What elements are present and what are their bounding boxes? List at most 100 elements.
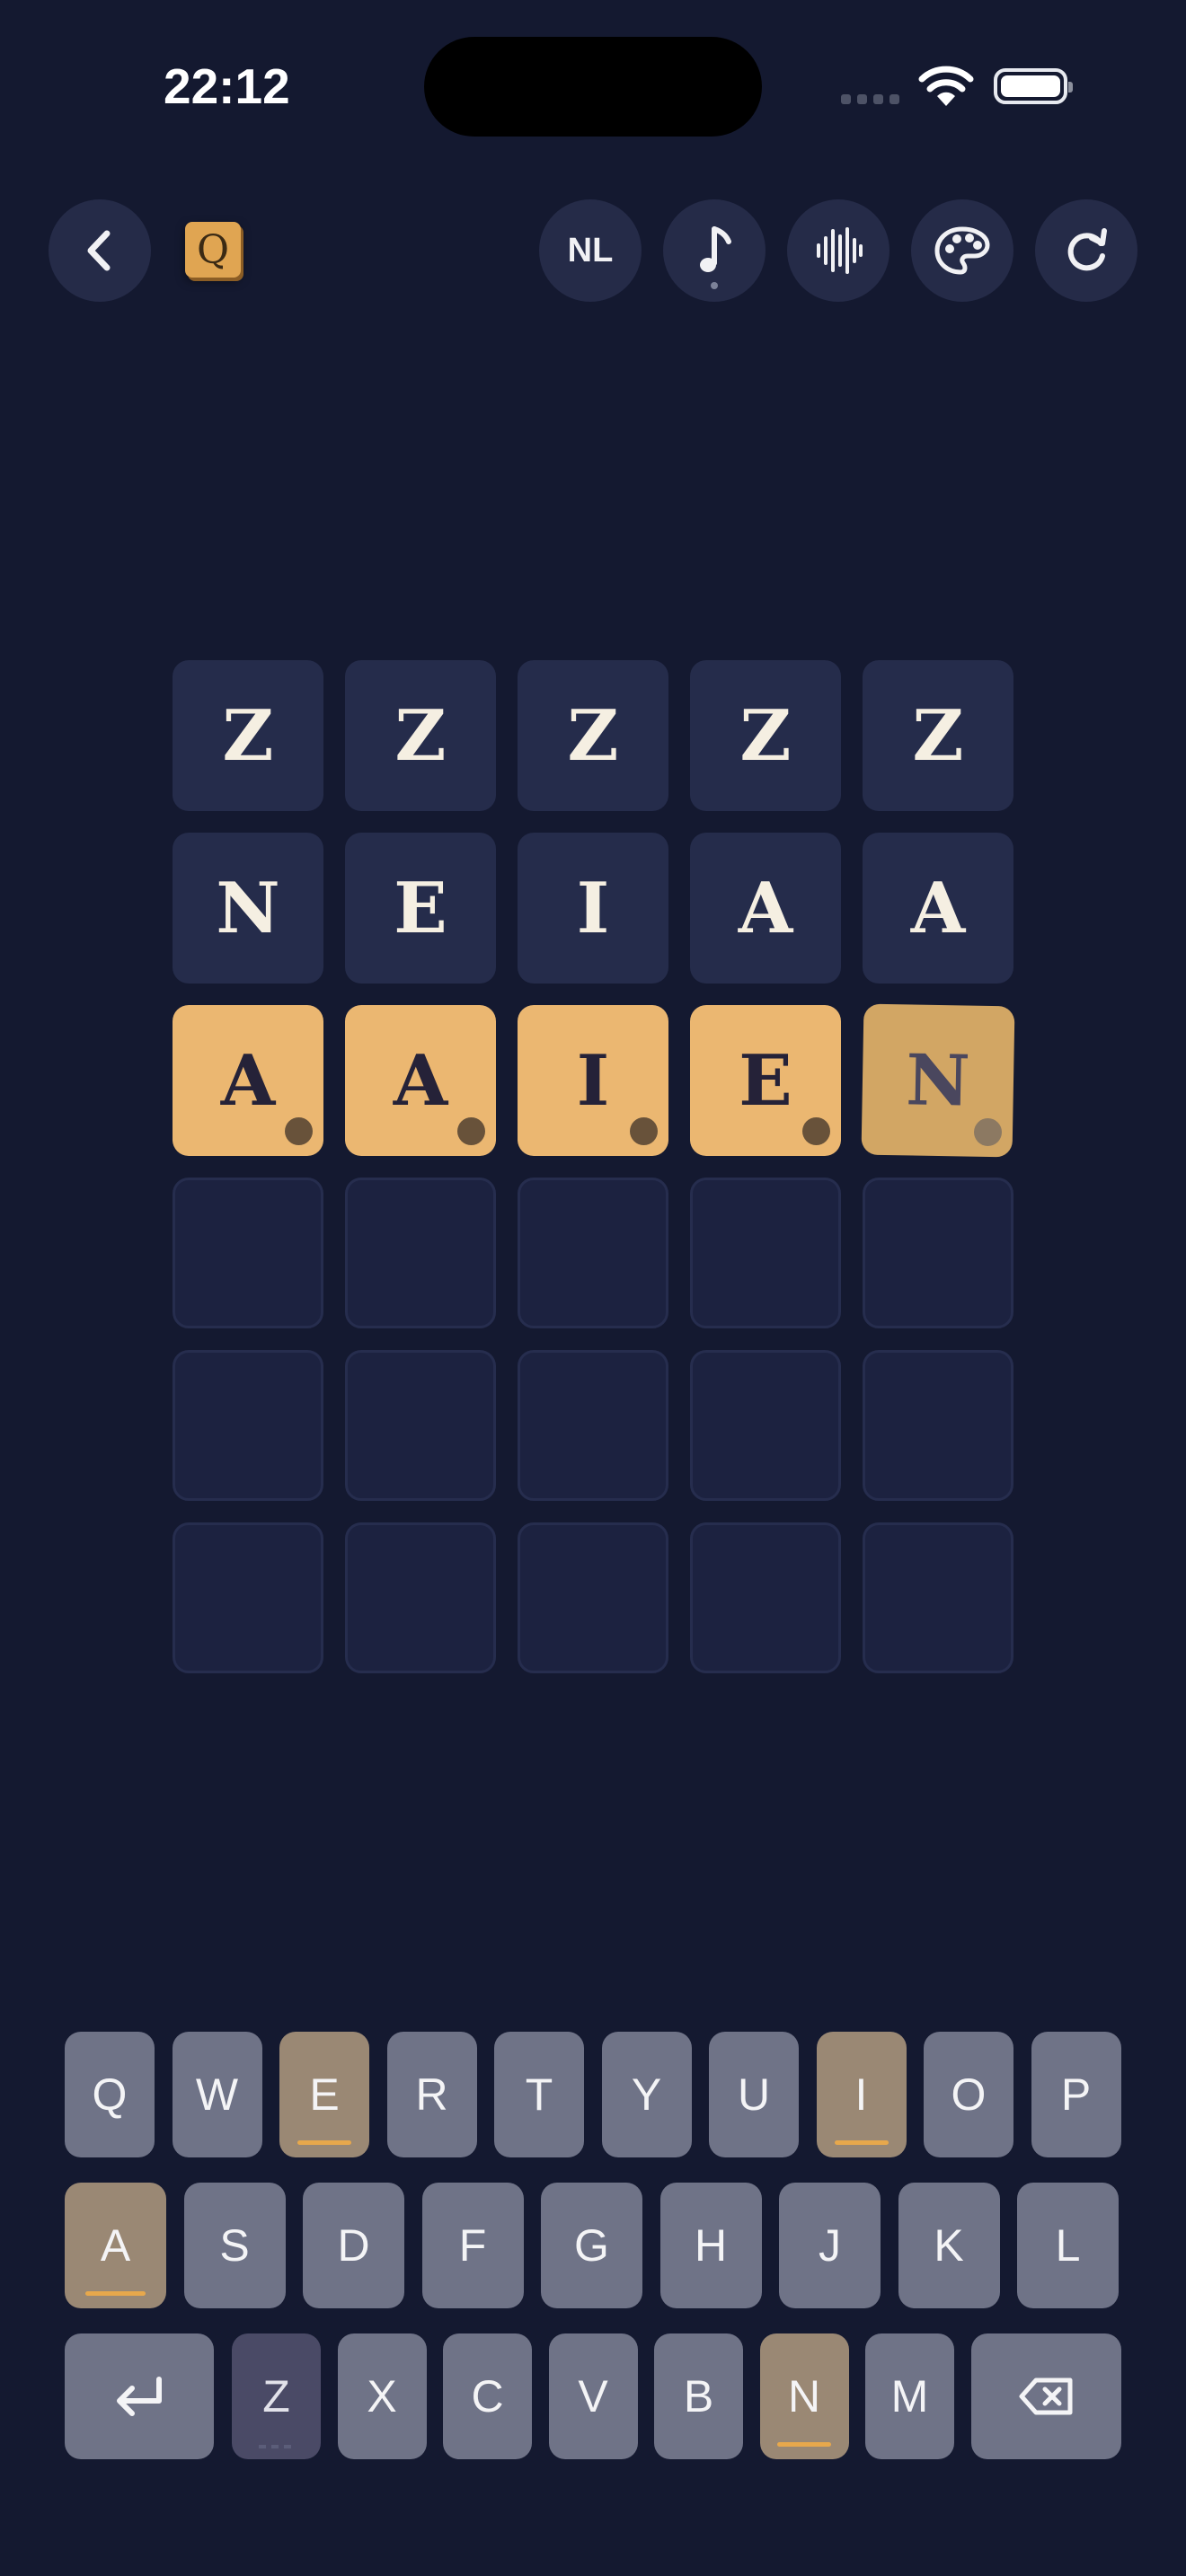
key-i[interactable]: I [816, 2032, 907, 2157]
board-tile [173, 1350, 323, 1501]
board-tile: Z [173, 660, 323, 811]
board-tile [173, 1178, 323, 1328]
enter-key[interactable] [65, 2333, 214, 2459]
tile-letter: N [905, 1038, 971, 1123]
key-o[interactable]: O [924, 2032, 1013, 2157]
key-label: B [683, 2371, 714, 2422]
tile-letter: I [576, 867, 610, 949]
key-a[interactable]: A [65, 2183, 166, 2308]
tile-letter: I [576, 1039, 610, 1122]
key-label: E [309, 2069, 340, 2120]
tile-marker-dot [802, 1117, 830, 1145]
key-n[interactable]: N [759, 2333, 849, 2459]
board-tile [863, 1522, 1013, 1673]
battery-icon [994, 68, 1073, 104]
key-j[interactable]: J [779, 2183, 881, 2308]
key-e[interactable]: E [279, 2032, 369, 2157]
game-board: Z Z Z Z Z N E I A A A A I E N [173, 660, 1015, 1673]
board-tile [518, 1522, 668, 1673]
board-tile [690, 1522, 841, 1673]
tile-letter: Z [912, 694, 964, 777]
tile-letter: A [738, 867, 793, 949]
back-arrow-icon [87, 230, 111, 271]
board-tile: Z [863, 660, 1013, 811]
key-q[interactable]: Q [65, 2032, 155, 2157]
tile-letter: A [393, 1039, 448, 1122]
board-tile [173, 1522, 323, 1673]
board-tile: E [345, 833, 496, 984]
refresh-icon [1067, 228, 1107, 271]
key-r[interactable]: R [386, 2032, 477, 2157]
key-p[interactable]: P [1031, 2032, 1121, 2157]
tile-marker-dot [285, 1117, 313, 1145]
key-l[interactable]: L [1017, 2183, 1119, 2308]
key-s[interactable]: S [183, 2183, 286, 2308]
key-label: L [1055, 2220, 1081, 2271]
key-present-indicator [777, 2442, 831, 2447]
dynamic-island [424, 37, 762, 137]
key-d[interactable]: D [303, 2183, 404, 2308]
key-m[interactable]: M [865, 2333, 954, 2459]
sound-button[interactable] [787, 199, 890, 302]
key-label: V [578, 2371, 608, 2422]
key-label: R [415, 2069, 448, 2120]
tile-letter: Z [394, 694, 447, 777]
key-b[interactable]: B [654, 2333, 743, 2459]
wifi-icon [918, 66, 974, 106]
key-label: Q [92, 2069, 128, 2120]
key-y[interactable]: Y [601, 2032, 692, 2157]
music-note-icon [700, 226, 731, 272]
key-label: M [890, 2371, 929, 2422]
key-f[interactable]: F [421, 2183, 524, 2308]
sound-wave-icon [817, 227, 863, 274]
key-present-indicator [834, 2140, 889, 2145]
key-label: Y [631, 2069, 662, 2120]
key-absent-indicator [258, 2445, 295, 2448]
key-label: K [934, 2220, 964, 2271]
key-label: N [787, 2371, 821, 2422]
cellular-signal-icon [841, 94, 899, 104]
key-present-indicator [84, 2291, 146, 2296]
board-tile: A [173, 1005, 323, 1156]
tile-letter: E [739, 1039, 792, 1122]
board-tile [690, 1350, 841, 1501]
key-label: G [574, 2220, 609, 2271]
restart-button[interactable] [1035, 199, 1137, 302]
key-g[interactable]: G [541, 2183, 642, 2308]
tile-letter: Z [739, 694, 792, 777]
key-k[interactable]: K [898, 2183, 1000, 2308]
backspace-key[interactable] [971, 2333, 1121, 2459]
board-tile: A [863, 833, 1013, 984]
music-button[interactable] [663, 199, 766, 302]
board-tile: I [518, 833, 668, 984]
tile-letter: A [220, 1039, 276, 1122]
tile-letter: Z [222, 694, 274, 777]
back-button[interactable] [49, 199, 151, 302]
backspace-icon [1019, 2378, 1072, 2415]
key-label: F [458, 2220, 487, 2271]
key-x[interactable]: X [337, 2333, 427, 2459]
key-label: A [100, 2220, 131, 2271]
key-label: J [819, 2220, 841, 2271]
theme-button[interactable] [911, 199, 1013, 302]
tile-letter: E [394, 867, 447, 949]
key-label: T [525, 2069, 553, 2120]
key-v[interactable]: V [548, 2333, 638, 2459]
key-c[interactable]: C [443, 2333, 532, 2459]
tile-marker-dot [630, 1117, 658, 1145]
board-tile [345, 1522, 496, 1673]
key-present-indicator [297, 2140, 351, 2145]
key-t[interactable]: T [494, 2032, 584, 2157]
key-label: H [694, 2220, 728, 2271]
key-label: S [219, 2220, 250, 2271]
key-u[interactable]: U [709, 2032, 799, 2157]
key-w[interactable]: W [172, 2032, 262, 2157]
key-h[interactable]: H [659, 2183, 762, 2308]
key-label: W [195, 2069, 239, 2120]
key-label: X [367, 2371, 397, 2422]
tile-letter: N [216, 867, 280, 949]
key-z[interactable]: Z [232, 2333, 321, 2459]
language-button[interactable]: NL [539, 199, 642, 302]
status-time: 22:12 [164, 58, 290, 114]
key-label: C [471, 2371, 504, 2422]
